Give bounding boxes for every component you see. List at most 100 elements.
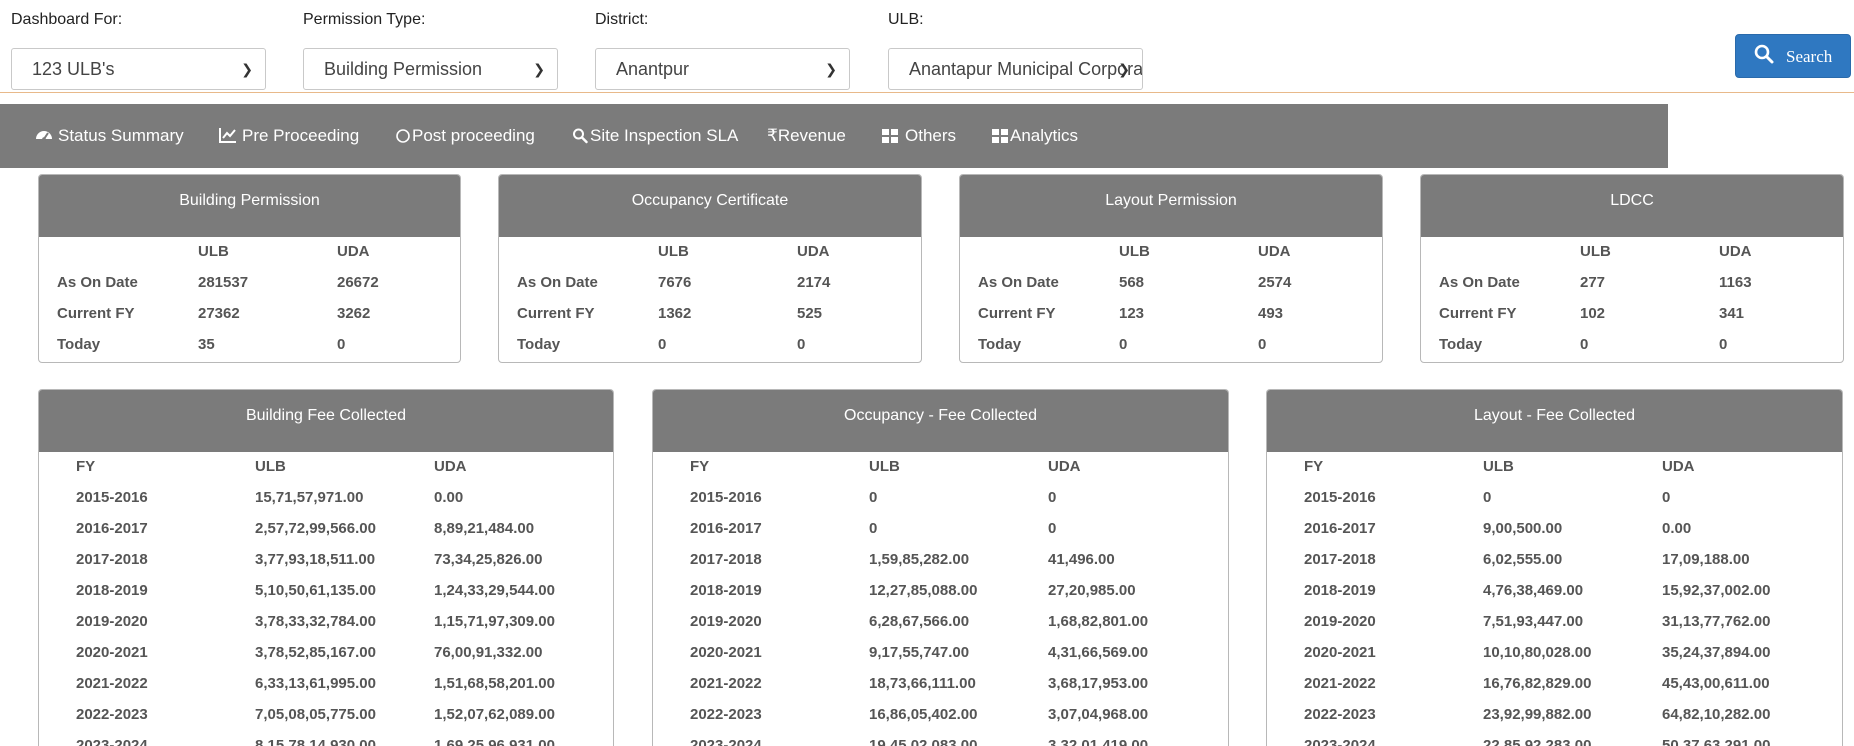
value-uda: 26672 (337, 274, 379, 291)
fee-ulb-cell: 19,45,02,083.00 (869, 737, 978, 746)
fee-ulb-cell: 22,85,92,283.00 (1483, 737, 1592, 746)
fee-uda-cell: 17,09,188.00 (1662, 551, 1750, 568)
fee-ulb-cell: 10,10,80,028.00 (1483, 644, 1592, 661)
fee-ulb-cell: 23,92,99,882.00 (1483, 706, 1592, 723)
chevron-down-icon: ❯ (241, 61, 253, 77)
nav-pre-proceeding[interactable]: Pre Proceeding (219, 104, 359, 168)
fee-uda-cell: 1,15,71,97,309.00 (434, 613, 555, 630)
fy-cell: 2017-2018 (76, 551, 148, 568)
fee-uda-cell: 27,20,985.00 (1048, 582, 1136, 599)
fy-cell: 2023-2024 (76, 737, 148, 746)
nav-label: Post proceeding (412, 126, 535, 145)
value-ulb: 281537 (198, 274, 249, 291)
fee-ulb-cell: 3,77,93,18,511.00 (255, 551, 376, 568)
fee-ulb-cell: 15,71,57,971.00 (255, 489, 364, 506)
building-permission-card: Building Permission ULB UDA As On Date 2815… (38, 174, 461, 363)
value-uda: 2574 (1258, 274, 1292, 291)
permission-type-value: Building Permission (324, 59, 483, 79)
dashboard-nav: Status Summary Pre Proceeding Post proce… (0, 104, 1668, 168)
fy-cell: 2021-2022 (76, 675, 148, 692)
fee-uda-cell: 0.00 (1662, 520, 1692, 537)
fee-uda-cell: 64,82,10,282.00 (1662, 706, 1771, 723)
column-header-ulb: ULB (658, 243, 689, 260)
fee-ulb-cell: 7,05,08,05,775.00 (255, 706, 376, 723)
fee-ulb-cell: 8,15,78,14,930.00 (255, 737, 376, 746)
nav-post-proceeding[interactable]: Post proceeding (396, 104, 535, 168)
fee-ulb-cell: 9,17,55,747.00 (869, 644, 970, 661)
card-title: Occupancy - Fee Collected (653, 390, 1228, 452)
column-header-ulb: ULB (1119, 243, 1150, 260)
fee-ulb-cell: 16,76,82,829.00 (1483, 675, 1592, 692)
search-icon (572, 107, 588, 144)
ulb-select[interactable]: Anantapur Municipal Corporation ❯ (888, 48, 1143, 90)
fy-cell: 2016-2017 (76, 520, 148, 537)
building-fee-card: Building Fee Collected FY ULB UDA 2015-2016… (38, 389, 614, 746)
district-select[interactable]: Anantpur ❯ (595, 48, 850, 90)
fy-cell: 2017-2018 (690, 551, 762, 568)
permission-type-select[interactable]: Building Permission ❯ (303, 48, 558, 90)
fee-uda-cell: 31,13,77,762.00 (1662, 613, 1771, 630)
dashboard-for-label: Dashboard For: (11, 11, 123, 28)
dashboard-for-value: 123 ULB's (32, 59, 115, 79)
fy-cell: 2019-2020 (690, 613, 762, 630)
fee-ulb-cell: 18,73,66,111.00 (869, 675, 976, 692)
fee-ulb-cell: 16,86,05,402.00 (869, 706, 978, 723)
value-ulb: 568 (1119, 274, 1145, 291)
permission-type-group: Permission Type: Building Permission ❯ (303, 10, 558, 90)
line-chart-icon (219, 107, 237, 143)
fy-cell: 2022-2023 (1304, 706, 1376, 723)
value-uda: 1163 (1719, 274, 1752, 291)
rupee-icon: ₹ (767, 126, 778, 145)
fee-uda-cell: 3,68,17,953.00 (1048, 675, 1149, 692)
fy-cell: 2022-2023 (690, 706, 762, 723)
ulb-group: ULB: Anantapur Municipal Corporation ❯ (888, 10, 1143, 90)
row-label: Current FY (517, 305, 595, 322)
value-ulb: 7676 (658, 274, 692, 291)
fee-uda-cell: 1,24,33,29,544.00 (434, 582, 555, 599)
layout-fee-card: Layout - Fee Collected FY ULB UDA 2015-2016… (1266, 389, 1843, 746)
column-header-ulb: ULB (869, 458, 900, 475)
value-ulb: 277 (1580, 274, 1606, 291)
fy-cell: 2023-2024 (690, 737, 762, 746)
row-label: As On Date (517, 274, 598, 291)
column-header-fy: FY (76, 458, 96, 475)
nav-status-summary[interactable]: Status Summary (35, 104, 184, 168)
row-label: Current FY (978, 305, 1056, 322)
fee-ulb-cell: 1,59,85,282.00 (869, 551, 970, 568)
card-title: Building Fee Collected (39, 390, 613, 452)
row-label: As On Date (1439, 274, 1520, 291)
fy-cell: 2019-2020 (76, 613, 148, 630)
search-button[interactable]: Search (1735, 34, 1851, 78)
nav-analytics[interactable]: Analytics (992, 104, 1078, 168)
fee-ulb-cell: 3,78,33,32,784.00 (255, 613, 376, 630)
fee-ulb-cell: 0 (1483, 489, 1492, 506)
value-uda: 493 (1258, 305, 1284, 322)
fee-uda-cell: 0 (1662, 489, 1671, 506)
column-header-ulb: ULB (198, 243, 229, 260)
fee-uda-cell: 8,89,21,484.00 (434, 520, 535, 537)
row-label: As On Date (978, 274, 1059, 291)
fy-cell: 2015-2016 (76, 489, 148, 506)
fee-ulb-cell: 6,28,67,566.00 (869, 613, 970, 630)
fee-ulb-cell: 3,78,52,85,167.00 (255, 644, 376, 661)
fy-cell: 2020-2021 (1304, 644, 1376, 661)
dashboard-for-select[interactable]: 123 ULB's ❯ (11, 48, 266, 90)
card-title: LDCC (1421, 175, 1843, 237)
fy-cell: 2023-2024 (1304, 737, 1376, 746)
nav-site-inspection-sla[interactable]: Site Inspection SLA (572, 104, 738, 168)
fee-ulb-cell: 9,00,500.00 (1483, 520, 1563, 537)
nav-others[interactable]: Others (882, 104, 956, 168)
value-ulb: 0 (1580, 336, 1589, 353)
column-header-ulb: ULB (1483, 458, 1514, 475)
district-value: Anantpur (616, 59, 690, 79)
nav-label: Pre Proceeding (242, 126, 360, 145)
fy-cell: 2016-2017 (1304, 520, 1376, 537)
fee-uda-cell: 15,92,37,002.00 (1662, 582, 1771, 599)
ulb-value: Anantapur Municipal Corporation (909, 59, 1143, 79)
fee-ulb-cell: 2,57,72,99,566.00 (255, 520, 376, 537)
fy-cell: 2018-2019 (1304, 582, 1376, 599)
fy-cell: 2015-2016 (690, 489, 762, 506)
fee-uda-cell: 4,31,66,569.00 (1048, 644, 1149, 661)
fee-uda-cell: 1,52,07,62,089.00 (434, 706, 555, 723)
nav-revenue[interactable]: ₹Revenue (767, 104, 846, 168)
